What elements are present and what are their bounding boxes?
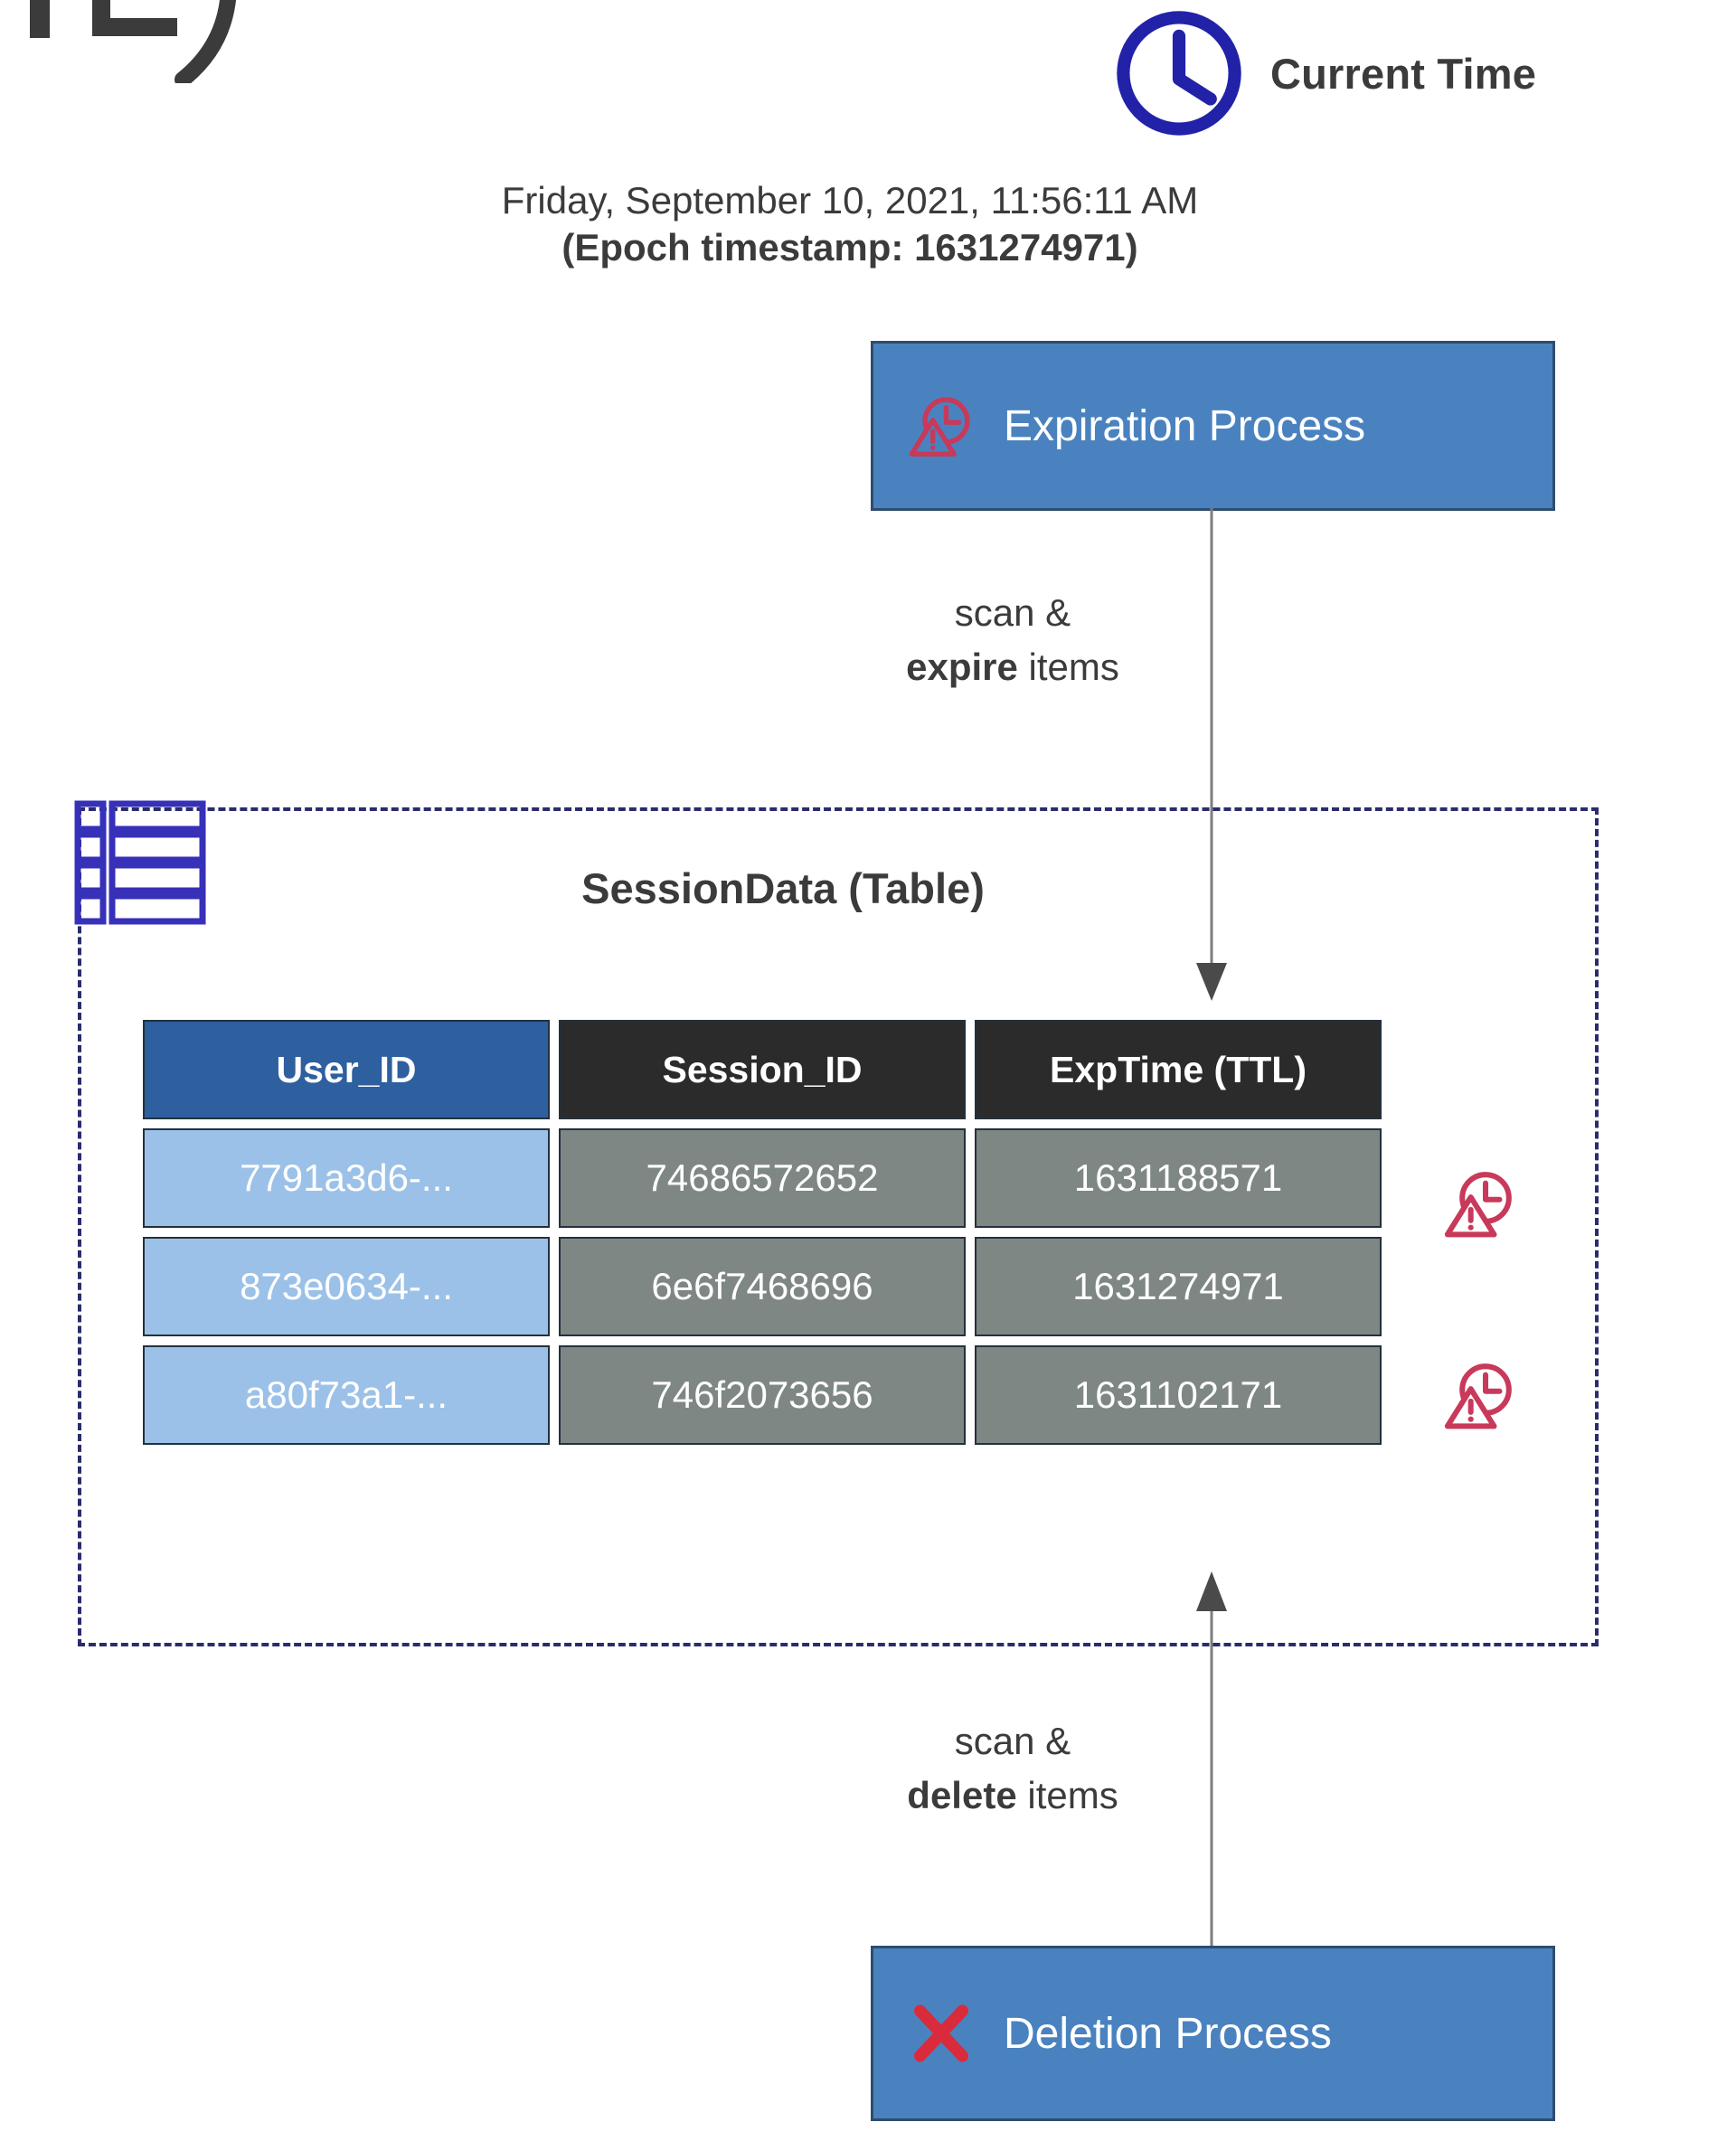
expiration-process-label: Expiration Process [1004,401,1366,450]
current-time-title: Current Time [1270,49,1537,98]
cell-session-id: 74686572652 [559,1128,966,1228]
current-time-values: Friday, September 10, 2021, 11:56:11 AM … [0,177,1700,271]
delete-caption-line2: delete items [796,1768,1230,1823]
epoch-timestamp-text: (Epoch timestamp: 1631274971) [561,226,1138,269]
cell-user-id: 873e0634-... [143,1237,550,1336]
red-x-icon [913,2004,969,2062]
deletion-process-box[interactable]: Deletion Process [871,1946,1555,2121]
cell-exp-time: 1631188571 [975,1128,1382,1228]
column-header-exp-time[interactable]: ExpTime (TTL) [975,1020,1382,1119]
column-header-user-id[interactable]: User_ID [143,1020,550,1119]
delete-caption-rest: items [1016,1773,1118,1816]
delete-connector-caption: scan & delete items [796,1714,1230,1822]
cropped-text-artifact [30,0,237,83]
delete-caption-line1: scan & [954,1720,1071,1762]
expire-caption-line2: expire items [796,640,1230,694]
cell-exp-time: 1631102171 [975,1345,1382,1445]
clock-warning-icon [909,397,970,457]
cell-user-id: 7791a3d6-... [143,1128,550,1228]
table-row: 7791a3d6-... 74686572652 1631188571 [143,1128,1382,1228]
current-time-header: Current Time [1108,2,1536,145]
table-row: 873e0634-... 6e6f7468696 1631274971 [143,1237,1382,1336]
column-header-session-id[interactable]: Session_ID [559,1020,966,1119]
expiration-process-box[interactable]: Expiration Process [871,341,1555,511]
cell-session-id: 746f2073656 [559,1345,966,1445]
table-header-row: User_ID Session_ID ExpTime (TTL) [143,1020,1382,1119]
cell-exp-time: 1631274971 [975,1237,1382,1336]
cell-session-id: 6e6f7468696 [559,1237,966,1336]
expire-caption-line1: scan & [954,591,1071,634]
expire-caption-rest: items [1017,645,1119,688]
expire-connector-caption: scan & expire items [796,586,1230,693]
clock-icon [1117,11,1241,136]
sessiondata-table-title: SessionData (Table) [581,864,985,912]
current-datetime-text: Friday, September 10, 2021, 11:56:11 AM [501,179,1199,222]
expire-caption-strong: expire [906,645,1018,688]
table-row: a80f73a1-... 746f2073656 1631102171 [143,1345,1382,1445]
delete-caption-strong: delete [907,1773,1017,1816]
cell-user-id: a80f73a1-... [143,1345,550,1445]
sessiondata-table: User_ID Session_ID ExpTime (TTL) 7791a3d… [134,1011,1391,1454]
deletion-process-label: Deletion Process [1004,2009,1332,2058]
